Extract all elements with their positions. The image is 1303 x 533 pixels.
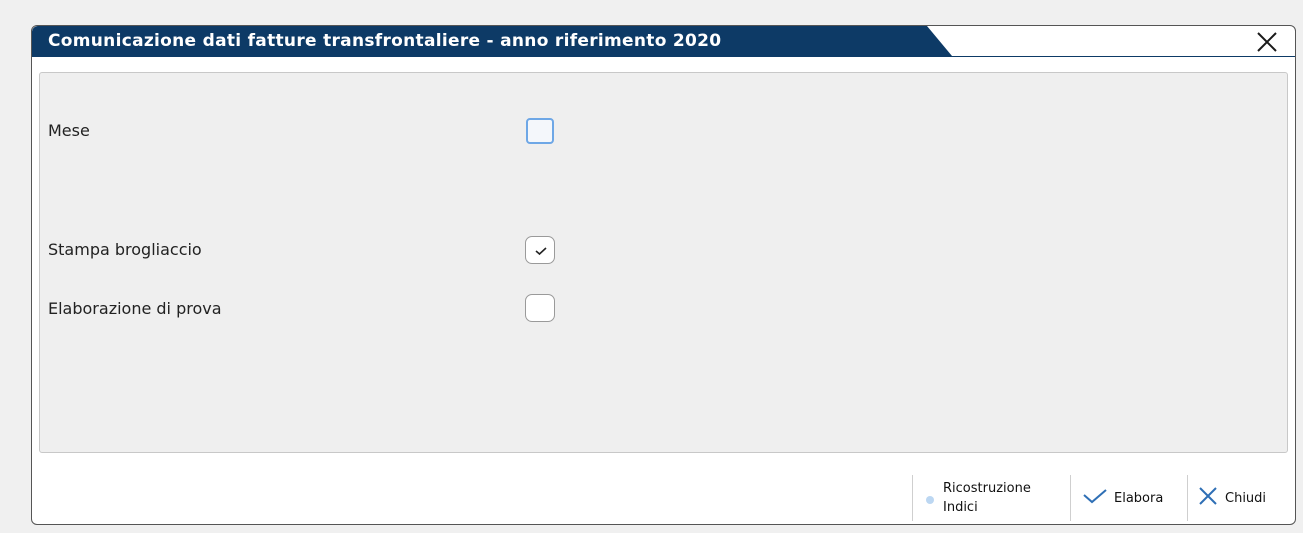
chiudi-label: Chiudi: [1225, 490, 1267, 506]
dot-icon: [926, 496, 934, 504]
footer-separator: [912, 475, 913, 521]
form-panel: Mese Stampa brogliaccio Elaborazione di …: [39, 72, 1288, 453]
checkmark-icon: [535, 247, 547, 256]
ricostruzione-indici-button[interactable]: Ricostruzione Indici: [919, 475, 1069, 521]
stampa-brogliaccio-label: Stampa brogliaccio: [48, 240, 202, 259]
mese-label: Mese: [48, 121, 90, 140]
elaborazione-prova-checkbox[interactable]: [525, 294, 555, 322]
footer-separator: [1187, 475, 1188, 521]
mese-input[interactable]: [526, 118, 554, 144]
stampa-brogliaccio-checkbox[interactable]: [525, 236, 555, 264]
title-underline: [32, 56, 1295, 57]
dialog-window: Comunicazione dati fatture transfrontali…: [31, 25, 1296, 525]
close-icon[interactable]: [1255, 30, 1279, 54]
footer-separator: [1070, 475, 1071, 521]
elabora-button[interactable]: Elabora: [1080, 475, 1182, 521]
elaborazione-prova-label: Elaborazione di prova: [48, 299, 222, 318]
chiudi-button[interactable]: Chiudi: [1195, 475, 1295, 521]
elabora-label: Elabora: [1114, 490, 1164, 506]
ricostruzione-indici-label: Ricostruzione Indici: [943, 481, 1031, 515]
window-title: Comunicazione dati fatture transfrontali…: [48, 31, 722, 51]
check-icon: [1082, 487, 1108, 509]
footer-toolbar: Ricostruzione Indici Elabora Chiudi: [32, 456, 1295, 524]
cross-icon: [1197, 486, 1219, 510]
